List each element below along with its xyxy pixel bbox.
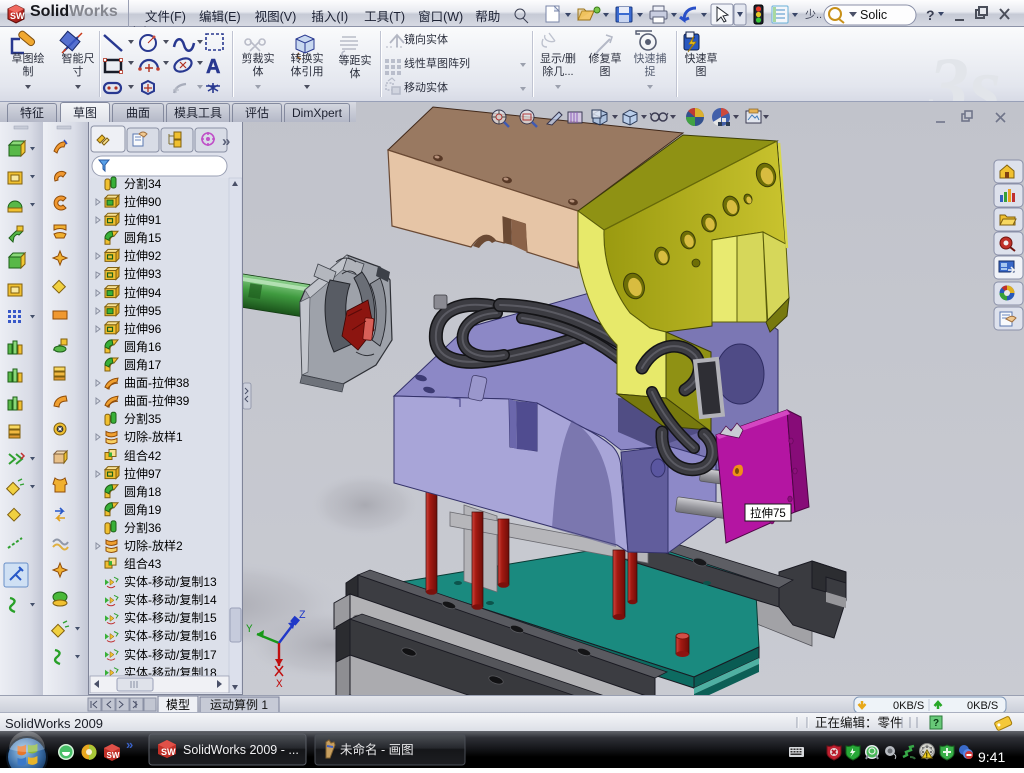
svg-text:SW: SW (10, 11, 25, 21)
svg-text:Solic: Solic (860, 8, 887, 22)
svg-text:拉伸97: 拉伸97 (124, 466, 162, 481)
svg-text:A: A (206, 56, 220, 78)
svg-text:SolidWorks 2009 - ...: SolidWorks 2009 - ... (183, 743, 299, 757)
svg-text:实体-移动/复制17: 实体-移动/复制17 (124, 647, 217, 662)
svg-text:拉伸92: 拉伸92 (124, 248, 162, 263)
svg-text:分割35: 分割35 (124, 411, 162, 426)
svg-text:少..: 少.. (805, 8, 822, 21)
svg-text:?: ? (933, 718, 939, 729)
svg-text:圆角15: 圆角15 (124, 231, 162, 245)
svg-text:运动算例 1: 运动算例 1 (210, 697, 268, 712)
svg-text:SW: SW (161, 747, 176, 757)
svg-text:拉伸93: 拉伸93 (124, 266, 162, 281)
svg-text:实体-移动/复制15: 实体-移动/复制15 (124, 610, 217, 625)
svg-text:9:41: 9:41 (978, 749, 1005, 765)
svg-text:实体-移动/复制13: 实体-移动/复制13 (124, 574, 217, 589)
svg-text:»: » (126, 737, 133, 752)
svg-text:?: ? (926, 7, 935, 23)
svg-text:拉伸96: 拉伸96 (124, 321, 162, 336)
svg-text:圆角19: 圆角19 (124, 503, 162, 517)
svg-text:0KB/S: 0KB/S (893, 700, 924, 712)
svg-text:Y: Y (246, 624, 253, 636)
svg-text:切除-放样1: 切除-放样1 (124, 429, 183, 444)
svg-text:拉伸94: 拉伸94 (124, 285, 162, 300)
svg-text:»: » (222, 133, 230, 150)
svg-text:拉伸95: 拉伸95 (124, 303, 162, 318)
svg-text:拉伸75: 拉伸75 (750, 506, 786, 520)
svg-text:0KB/S: 0KB/S (967, 700, 998, 712)
svg-text:圆角18: 圆角18 (124, 485, 162, 499)
svg-text:X: X (276, 679, 283, 691)
svg-text:SW: SW (107, 751, 120, 760)
svg-text:Z: Z (299, 610, 306, 622)
svg-text:未命名 - 画图: 未命名 - 画图 (340, 742, 414, 757)
svg-text:实体-移动/复制16: 实体-移动/复制16 (124, 628, 217, 643)
svg-text:!: ! (926, 753, 928, 760)
svg-text:曲面-拉伸38: 曲面-拉伸38 (124, 375, 190, 390)
svg-text:实体-移动/复制14: 实体-移动/复制14 (124, 592, 217, 607)
svg-text:组合43: 组合43 (124, 556, 162, 571)
svg-text:圆角17: 圆角17 (124, 358, 162, 372)
svg-text:模型: 模型 (166, 698, 190, 712)
svg-text:分割36: 分割36 (124, 520, 162, 535)
svg-text:分割34: 分割34 (124, 176, 162, 191)
svg-text:切除-放样2: 切除-放样2 (124, 538, 183, 553)
svg-text:3s: 3s (927, 40, 1001, 101)
svg-text:正在编辑：零件: 正在编辑：零件 (815, 715, 903, 730)
svg-text:曲面-拉伸39: 曲面-拉伸39 (124, 393, 190, 408)
svg-text:圆角16: 圆角16 (124, 340, 162, 354)
svg-text:组合42: 组合42 (124, 448, 162, 463)
svg-text:拉伸91: 拉伸91 (124, 212, 162, 227)
svg-text:拉伸90: 拉伸90 (124, 194, 162, 209)
